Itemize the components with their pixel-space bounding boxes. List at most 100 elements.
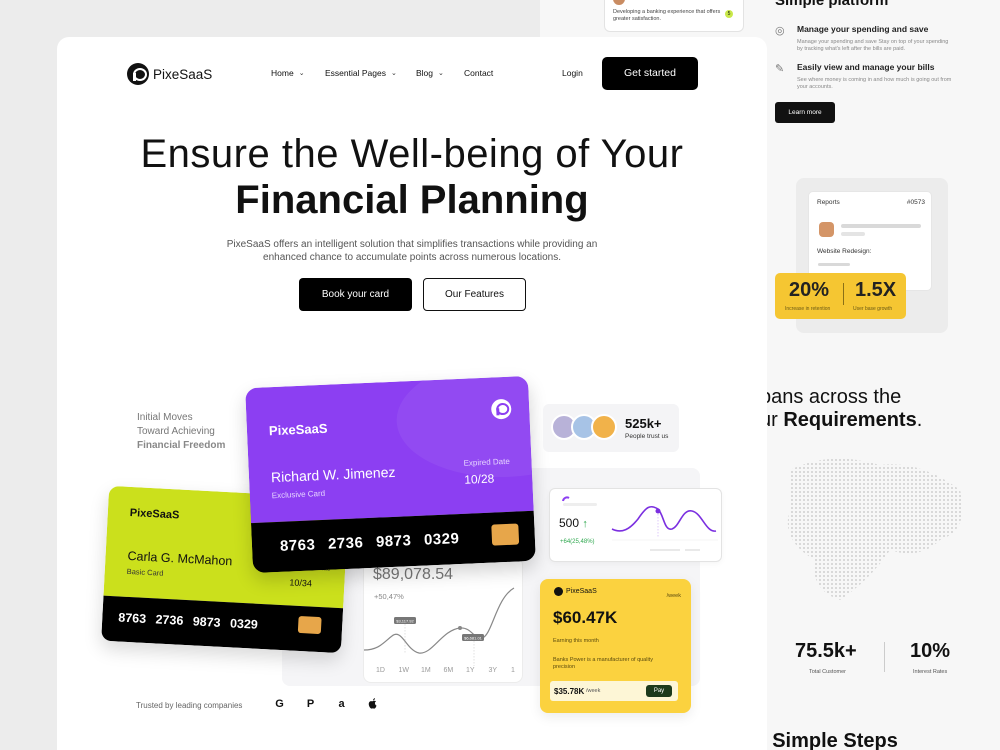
nav-label: Essential Pages <box>325 68 386 78</box>
tab-1w[interactable]: 1W <box>399 667 422 674</box>
feedback-badge: 5 <box>725 10 733 18</box>
avatar <box>819 222 834 237</box>
steps-heading: r Simple Steps <box>760 730 898 750</box>
stat-value: 20% <box>789 279 830 301</box>
apple-icon <box>357 698 388 712</box>
brand-logo[interactable]: PixeSaaS <box>127 63 212 85</box>
earnings-value: $60.47K <box>553 608 618 627</box>
chevron-down-icon: ⌄ <box>438 70 444 77</box>
mini-chart-card: 500 ↑ +64(25,48%) <box>549 488 722 562</box>
feedback-card: Developing a banking experience that off… <box>604 0 744 32</box>
nav-label: Home <box>271 68 294 78</box>
mini-chart-value: 500 ↑ <box>559 516 588 530</box>
tab-3y[interactable]: 3Y <box>489 667 512 674</box>
tooltip-2: $6,681.01 <box>464 636 483 641</box>
tab-1y[interactable]: 1Y <box>466 667 489 674</box>
tab-6m[interactable]: 6M <box>444 667 467 674</box>
stat-label: Total Customer <box>809 669 846 675</box>
get-started-button[interactable]: Get started <box>602 57 698 90</box>
login-link[interactable]: Login <box>562 68 583 78</box>
feature-heading: Easily view and manage your bills <box>797 62 935 72</box>
divider <box>884 642 885 672</box>
stat-label: User base growth <box>853 306 893 312</box>
weekly-unit: /week <box>586 688 601 694</box>
google-icon: G <box>275 698 284 710</box>
weekly-bar: $35.78K /week Pay <box>550 681 678 701</box>
bill-icon: ✎ <box>775 63 785 75</box>
tagline-line: Initial Moves <box>137 412 193 423</box>
feedback-text: Developing a banking experience that off… <box>613 9 721 22</box>
mini-chart-change: +64(25,48%) <box>560 539 595 545</box>
weekly-value: $35.78K <box>554 687 585 696</box>
reports-title: Reports <box>817 199 840 206</box>
stat-label: Interest Rates <box>913 669 948 675</box>
balance-change: +50,47% <box>374 592 404 601</box>
spans-bold: Requirements <box>783 409 917 431</box>
tab-1d[interactable]: 1D <box>376 667 399 674</box>
reports-subtitle: Website Redesign: <box>817 248 872 255</box>
tab-more[interactable]: 1 <box>511 667 534 674</box>
avatar <box>613 0 625 5</box>
simple-platform-title: Simple platform <box>775 0 889 9</box>
tagline: Initial Moves Toward Achieving Financial… <box>137 411 225 453</box>
range-tabs: 1D 1W 1M 6M 1Y 3Y 1 <box>376 667 534 674</box>
growth-stats: 20% Increase in retention 1.5X User base… <box>775 273 906 319</box>
learn-more-button[interactable]: Learn more <box>775 102 835 123</box>
paypal-icon: P <box>306 698 315 710</box>
card-brand: PixeSaaS <box>566 588 597 595</box>
earnings-label: Earning this month <box>553 638 599 644</box>
placeholder-line <box>818 263 850 266</box>
stat-value: 75.5k+ <box>795 640 857 662</box>
tagline-line: Financial Freedom <box>137 440 226 451</box>
balance-card: $3,117.92 $6,681.01 $89,078.54 +50,47% 1… <box>363 557 523 683</box>
stat-label: Increase in retention <box>785 306 831 312</box>
expiry-date: 10/34 <box>289 577 313 589</box>
stat-value: 10% <box>910 640 951 662</box>
tagline-line: Toward Achieving <box>137 426 215 437</box>
spans-suffix: . <box>916 409 923 431</box>
stat-interest: 10% Interest Rates <box>910 640 950 675</box>
card-brand: PixeSaaS <box>129 506 180 522</box>
feature-heading: Manage your spending and save <box>797 24 929 34</box>
chevron-down-icon: ⌄ <box>390 70 397 77</box>
hero-title-line2: Financial Planning <box>235 178 589 222</box>
book-card-button[interactable]: Book your card <box>299 278 412 311</box>
period-label: /week <box>666 593 681 599</box>
chip-icon <box>491 523 520 546</box>
tab-1m[interactable]: 1M <box>421 667 444 674</box>
nav-label: Blog <box>416 68 434 78</box>
divider <box>843 283 844 305</box>
nav-contact[interactable]: Contact <box>464 68 493 78</box>
trust-badge: 525k+ People trust us <box>543 404 679 452</box>
nav-home[interactable]: Home ⌄ <box>271 68 325 78</box>
landing-page: PixeSaaS Home ⌄ Essential Pages ⌄ Blog ⌄ Co… <box>57 37 767 750</box>
world-map-icon <box>787 458 963 600</box>
expiry-date: 10/28 <box>463 471 495 487</box>
hero-subtitle: PixeSaaS offers an intelligent solution … <box>226 239 598 263</box>
trusted-label: Trusted by leading companies <box>136 701 243 710</box>
placeholder-line <box>841 232 865 236</box>
chip-icon <box>297 615 322 635</box>
placeholder-line <box>841 224 921 228</box>
feature-desc: Manage your spending and save Stay on to… <box>797 39 949 52</box>
logo-icon <box>554 587 563 596</box>
partner-logos: G P a <box>264 698 388 712</box>
logo-icon <box>127 63 149 85</box>
nav-blog[interactable]: Blog ⌄ <box>416 68 464 78</box>
feature-spending: ◎ Manage your spending and save Manage y… <box>775 24 955 53</box>
nav-label: Contact <box>464 68 494 78</box>
main-nav: Home ⌄ Essential Pages ⌄ Blog ⌄ Contact <box>271 68 493 78</box>
wallet-icon: ◎ <box>775 25 785 37</box>
chevron-down-icon: ⌄ <box>298 70 305 77</box>
tooltip-1: $3,117.92 <box>396 619 414 624</box>
steps-bold: Simple Steps <box>772 730 898 750</box>
value-text: 500 <box>559 516 580 530</box>
avatar <box>591 414 617 440</box>
our-features-button[interactable]: Our Features <box>423 278 526 311</box>
pay-button[interactable]: Pay <box>646 685 672 697</box>
exclusive-credit-card[interactable]: PixeSaaS Richard W. Jimenez Exclusive Ca… <box>245 375 536 574</box>
amazon-icon: a <box>338 698 345 710</box>
nav-essential-pages[interactable]: Essential Pages ⌄ <box>325 68 416 78</box>
arrow-up-icon: ↑ <box>582 518 588 530</box>
stat-value: 1.5X <box>855 279 897 301</box>
